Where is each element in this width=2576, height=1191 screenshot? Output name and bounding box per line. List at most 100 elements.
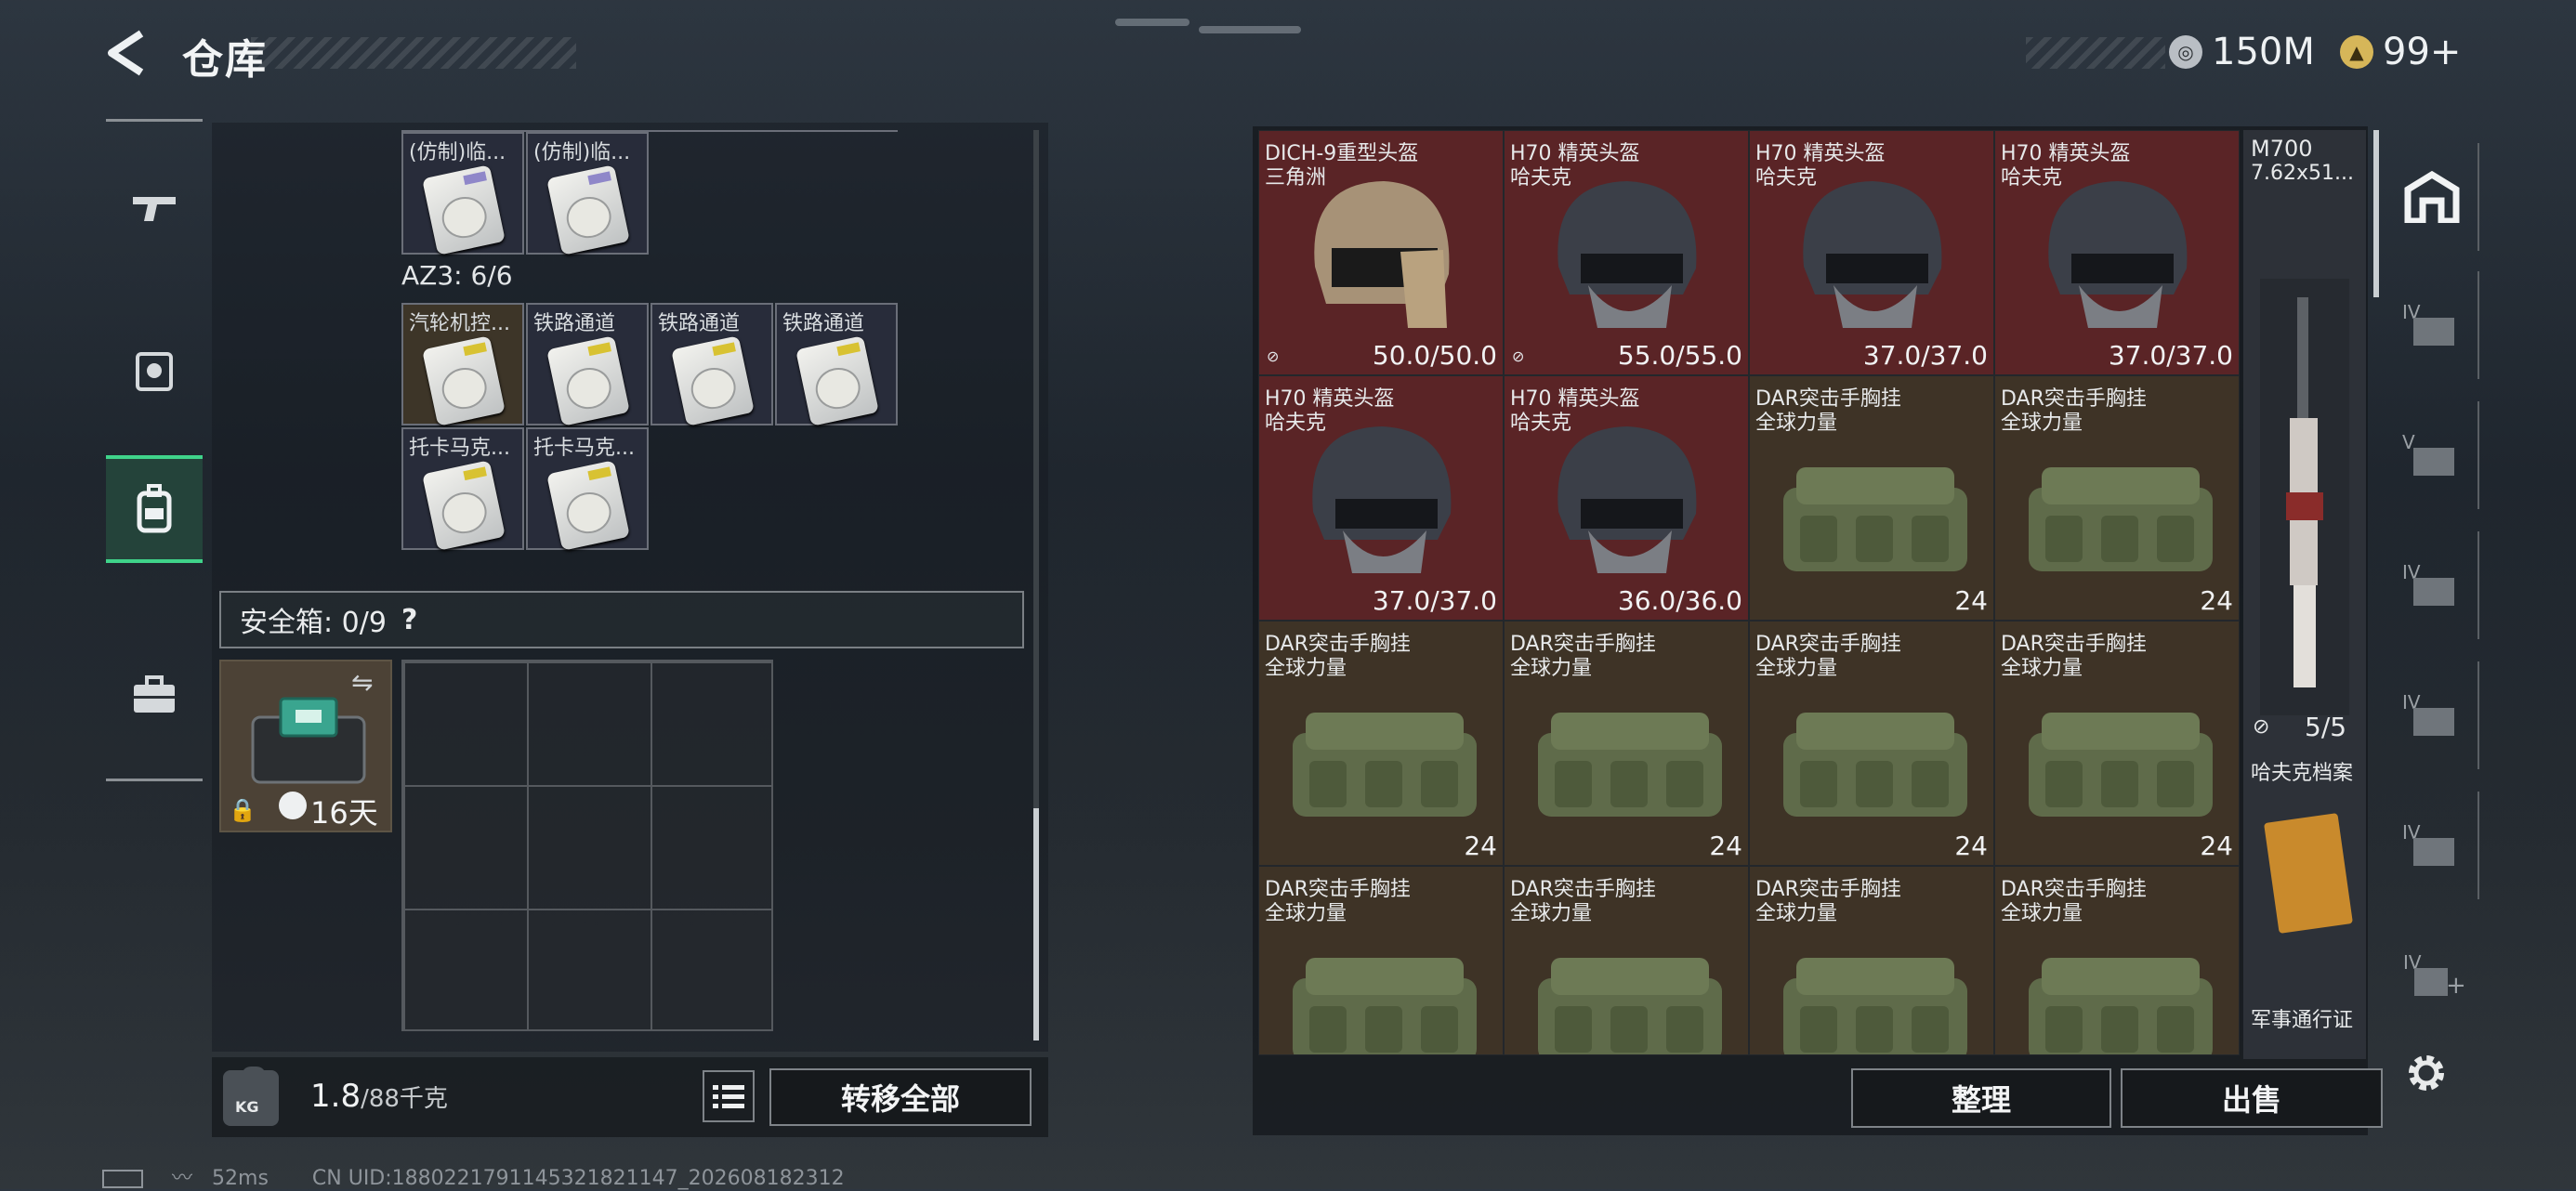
chest-rig-icon	[1783, 958, 1967, 1054]
stash-item[interactable]: H70 精英头盔 哈夫克 36.0/36.0	[1504, 375, 1749, 621]
coin-icon: ◎	[2169, 35, 2202, 69]
back-button[interactable]	[104, 28, 154, 78]
lock-icon: 🔒	[229, 797, 256, 823]
keycard-icon	[546, 164, 630, 255]
gem-display[interactable]: ▲ 99+	[2340, 28, 2461, 76]
dossier-icon	[2264, 813, 2353, 934]
rail-case-tab[interactable]	[106, 641, 203, 749]
helmet-icon	[1803, 181, 1942, 328]
stash-item[interactable]: DAR突击手胸挂 全球力量 24	[1749, 621, 1994, 866]
item-slot[interactable]: 汽轮机控...	[401, 303, 524, 426]
item-slot[interactable]: 铁路通道	[526, 303, 649, 426]
stash-item[interactable]: H70 精英头盔 哈夫克 37.0/37.0	[1258, 375, 1504, 621]
keycard-icon	[546, 460, 630, 551]
rifle-icon	[2260, 279, 2349, 715]
durability-icon: ⊘	[2253, 715, 2270, 739]
sell-button[interactable]: 出售	[2121, 1068, 2383, 1128]
helmet-icon	[1557, 426, 1697, 573]
weapon-column[interactable]: M700 7.62x51... ⊘ 5/5 哈夫克档案 军事通行证	[2243, 130, 2366, 1059]
stash-scrollbar[interactable]	[2373, 130, 2379, 297]
box-icon: IV	[2402, 821, 2462, 870]
tab-stash-5[interactable]: V	[2386, 401, 2479, 509]
item-slot[interactable]: 托卡马克...	[401, 427, 524, 551]
safe-box-grid[interactable]	[401, 660, 773, 1031]
gem-icon: ▲	[2340, 35, 2373, 69]
weapon-caliber: 7.62x51...	[2251, 162, 2354, 185]
box-icon: IV	[2402, 561, 2462, 609]
helmet-icon	[1312, 426, 1452, 573]
warehouse-icon	[2404, 171, 2460, 223]
rail-weapons-tab[interactable]	[106, 154, 203, 262]
safe-box-item[interactable]: ⇋ 🔒 16天	[219, 660, 392, 832]
item-slot[interactable]: (仿制)临...	[401, 132, 524, 255]
stash-item[interactable]: H70 精英头盔 哈夫克 37.0/37.0	[1994, 130, 2240, 375]
stash-item[interactable]: DAR突击手胸挂 全球力量	[1504, 866, 1749, 1055]
item-slot[interactable]: 铁路通道	[651, 303, 773, 426]
item-slot[interactable]: 托卡马克...	[526, 427, 649, 551]
chest-rig-icon	[1293, 958, 1477, 1054]
organize-button[interactable]: 整理	[1851, 1068, 2111, 1128]
tab-home[interactable]	[2386, 143, 2479, 251]
coin-amount: 150M	[2212, 31, 2315, 73]
tab-stash-6[interactable]: IV	[2386, 531, 2479, 639]
keycard-icon	[671, 335, 755, 426]
swap-icon[interactable]: ⇋	[351, 667, 373, 698]
rail-backpack-tab[interactable]	[106, 455, 203, 563]
slot-count: 24	[1709, 831, 1742, 861]
chest-rig-icon	[2029, 958, 2213, 1054]
stash-item[interactable]: H70 精英头盔 哈夫克 ⊘ 55.0/55.0	[1504, 130, 1749, 375]
safe-box-icon	[251, 697, 366, 784]
keycard-icon	[795, 335, 879, 426]
currency-decoration	[2026, 37, 2165, 69]
box-icon: IV	[2402, 691, 2462, 739]
box-icon: V	[2402, 431, 2462, 479]
tab-stash-7[interactable]: IV	[2386, 661, 2479, 769]
settings-button[interactable]	[2403, 1050, 2450, 1096]
keycard-icon	[422, 335, 506, 426]
item-slot[interactable]: (仿制)临...	[526, 132, 649, 255]
badge-icon	[136, 352, 173, 391]
left-scrollbar[interactable]	[1033, 130, 1039, 1040]
transfer-all-button[interactable]: 转移全部	[769, 1068, 1032, 1126]
keycard-icon	[546, 335, 630, 426]
back-arrow-icon	[108, 30, 144, 76]
stash-item[interactable]: DAR突击手胸挂 全球力量 24	[1258, 621, 1504, 866]
battery-icon	[102, 1170, 143, 1188]
stash-item[interactable]: DAR突击手胸挂 全球力量	[1749, 866, 1994, 1055]
gem-amount: 99+	[2383, 31, 2462, 73]
stash-item[interactable]: DAR突击手胸挂 全球力量	[1994, 866, 2240, 1055]
stash-item[interactable]: DAR突击手胸挂 全球力量 24	[1994, 621, 2240, 866]
tab-stash-8[interactable]: IV	[2386, 792, 2479, 899]
safe-box-time: 16天	[310, 795, 378, 831]
chest-rig-icon	[1783, 467, 1967, 571]
weight-icon: KG	[223, 1067, 279, 1126]
backpack-icon	[137, 484, 172, 533]
stash-item[interactable]: DAR突击手胸挂 全球力量 24	[1504, 621, 1749, 866]
list-view-button[interactable]	[703, 1070, 755, 1122]
chest-rig-icon	[1538, 713, 1722, 817]
tab-stash-add[interactable]: IV +	[2386, 922, 2479, 1029]
helmet-icon	[1557, 181, 1697, 328]
item-slot[interactable]: 铁路通道	[775, 303, 898, 426]
slot-count: 24	[2200, 831, 2233, 861]
weapon-name: M700	[2251, 136, 2313, 162]
stash-item[interactable]: DAR突击手胸挂 全球力量 24	[1994, 375, 2240, 621]
tab-stash-4[interactable]: IV	[2386, 271, 2479, 379]
chest-rig-icon	[1783, 713, 1967, 817]
safe-box-label: 安全箱: 0/9	[240, 607, 387, 639]
stash-item[interactable]: DAR突击手胸挂 全球力量 24	[1749, 375, 1994, 621]
slot-count: 24	[1954, 585, 1988, 616]
stash-item[interactable]: DICH-9重型头盔 三角洲 ⊘ 50.0/50.0	[1258, 130, 1504, 375]
stash-item[interactable]: DAR突击手胸挂 全球力量	[1258, 866, 1504, 1055]
rail-equipment-tab[interactable]	[106, 316, 203, 424]
weapon-count: 5/5	[2305, 712, 2347, 742]
help-icon[interactable]: ?	[401, 604, 417, 636]
keycard-icon	[422, 164, 506, 255]
stash-item[interactable]: H70 精英头盔 哈夫克 37.0/37.0	[1749, 130, 1994, 375]
slot-count: 24	[2200, 585, 2233, 616]
durability-icon: ⊘	[1512, 347, 1525, 365]
chest-rig-icon	[2029, 713, 2213, 817]
status-bar: 〰 52ms CN UID:1880221791145321821147_202…	[102, 1161, 845, 1191]
briefcase-icon	[134, 675, 175, 713]
coin-display[interactable]: ◎ 150M	[2169, 28, 2315, 76]
